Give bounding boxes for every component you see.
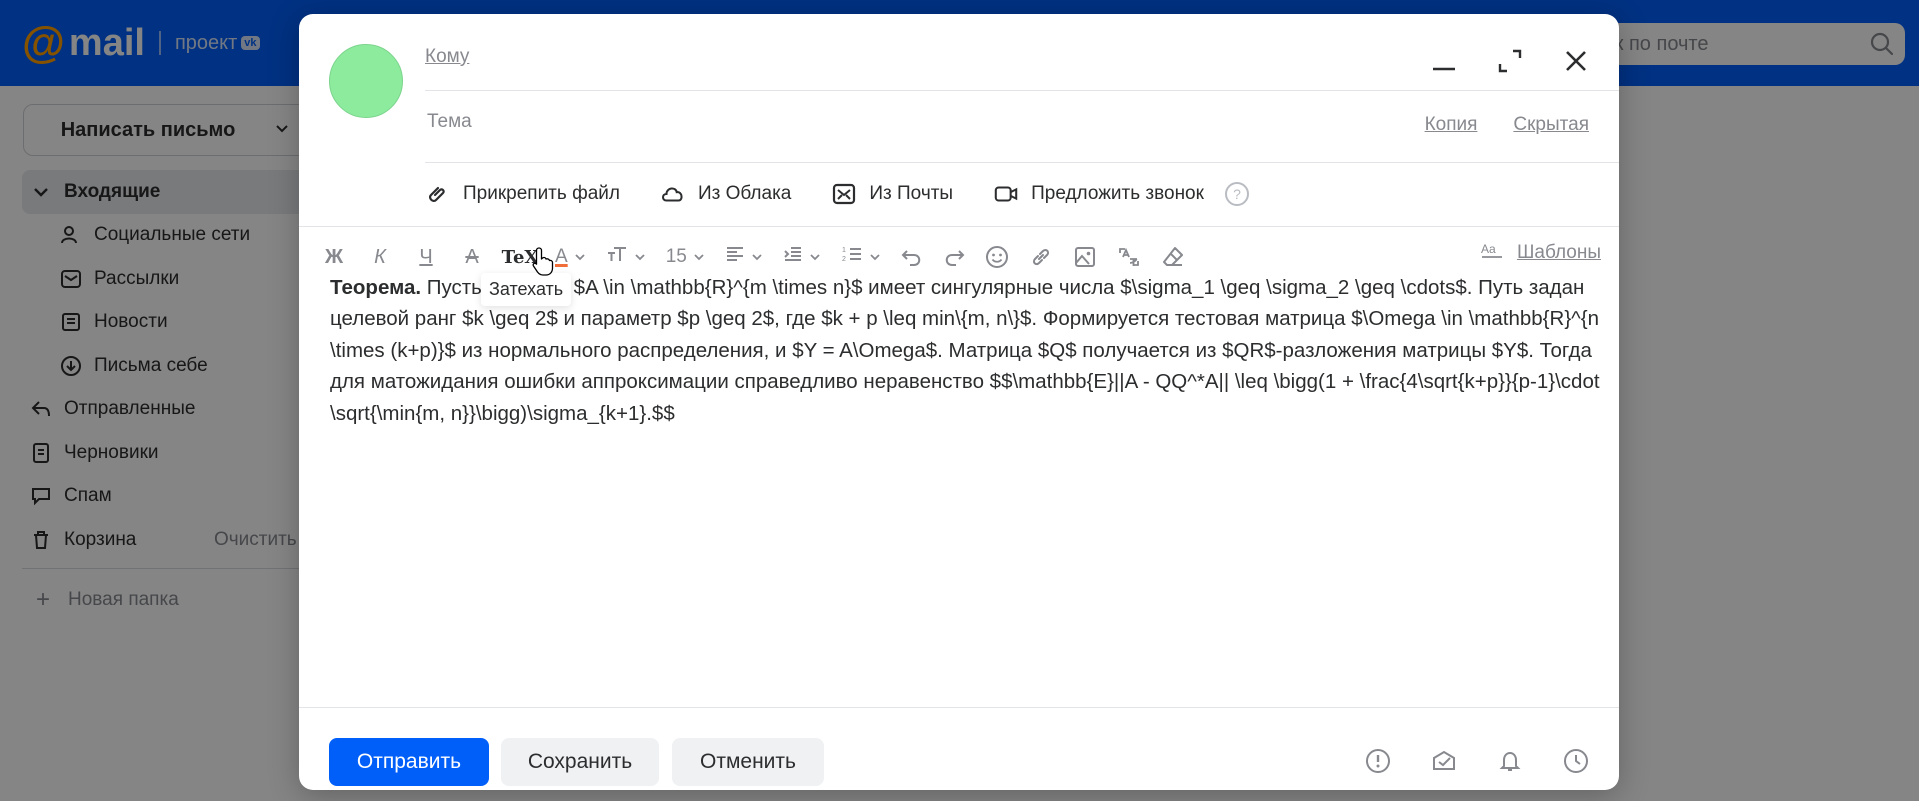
- bcc-link[interactable]: Скрытая: [1513, 114, 1589, 136]
- from-cloud-label: Из Облака: [697, 183, 792, 204]
- close-icon[interactable]: [1559, 44, 1593, 78]
- chevron-down-icon: [869, 251, 881, 263]
- expand-icon[interactable]: [1493, 44, 1527, 78]
- chevron-down-icon: [809, 251, 821, 263]
- from-mail-label: Из Почты: [869, 183, 954, 204]
- strikethrough-button[interactable]: A: [459, 240, 485, 274]
- subject-row: Копия Скрытая: [425, 90, 1619, 163]
- help-icon[interactable]: ?: [1224, 181, 1250, 207]
- text-color-button[interactable]: A: [555, 240, 586, 274]
- offer-call-label: Предложить звонок: [1031, 183, 1204, 204]
- toolbar-right: Aa Шаблоны: [1481, 240, 1601, 266]
- svg-text:?: ?: [1233, 186, 1241, 202]
- chevron-down-icon: [751, 251, 763, 263]
- offer-call-button[interactable]: Предложить звонок: [993, 181, 1204, 207]
- attachment-row: Прикрепить файл Из Облака Из Почты Предл…: [425, 162, 1250, 226]
- avatar: [329, 44, 403, 118]
- mouse-pointer-icon: [531, 246, 555, 283]
- footer-actions: [1365, 748, 1589, 774]
- compose-dialog: Кому Копия Скрытая Прикрепить файл Из Об…: [299, 14, 1619, 790]
- emoji-icon[interactable]: [985, 240, 1009, 274]
- indent-button[interactable]: [783, 240, 821, 274]
- attach-file-label: Прикрепить файл: [463, 183, 620, 204]
- recipient-row: Кому: [425, 30, 1619, 91]
- save-button[interactable]: Сохранить: [501, 738, 659, 786]
- text-color-label: A: [555, 246, 568, 267]
- chevron-down-icon: [693, 251, 705, 263]
- italic-button[interactable]: К: [367, 240, 393, 274]
- svg-text:2: 2: [842, 256, 846, 263]
- clear-format-icon[interactable]: [1161, 240, 1185, 274]
- cc-link[interactable]: Копия: [1425, 114, 1478, 136]
- from-mail-button[interactable]: Из Почты: [831, 181, 953, 207]
- font-family-icon: [606, 245, 628, 269]
- window-controls: [1427, 44, 1593, 78]
- to-field[interactable]: Кому: [425, 46, 469, 68]
- copy-links: Копия Скрытая: [1425, 114, 1589, 136]
- mail-envelope-icon: [831, 181, 857, 207]
- tex-tooltip: Затехать: [481, 273, 572, 306]
- subject-input[interactable]: [425, 110, 1209, 134]
- bold-button[interactable]: Ж: [321, 240, 347, 274]
- chevron-down-icon: [634, 251, 646, 263]
- theorem-label: Теорема.: [330, 276, 422, 299]
- svg-text:1: 1: [842, 247, 846, 254]
- image-icon[interactable]: [1073, 240, 1097, 274]
- font-size-value: 15: [665, 246, 687, 267]
- list-button[interactable]: 12: [841, 240, 881, 274]
- align-left-icon: [725, 245, 745, 269]
- from-cloud-button[interactable]: Из Облака: [660, 181, 791, 207]
- templates-link[interactable]: Шаблоны: [1517, 242, 1601, 264]
- underline-button[interactable]: Ч: [413, 240, 439, 274]
- cloud-icon: [660, 181, 686, 207]
- link-icon[interactable]: [1029, 240, 1053, 274]
- chevron-down-icon: [574, 251, 586, 263]
- indent-icon: [783, 245, 803, 269]
- svg-text:Aa: Aa: [1481, 242, 1496, 256]
- compose-footer: Отправить Сохранить Отменить: [299, 707, 1619, 790]
- redo-icon[interactable]: [943, 240, 965, 274]
- important-icon[interactable]: [1365, 748, 1391, 774]
- align-button[interactable]: [725, 240, 763, 274]
- cancel-button[interactable]: Отменить: [672, 738, 824, 786]
- video-call-icon: [993, 181, 1019, 207]
- font-size-select[interactable]: 15: [666, 240, 705, 274]
- bell-icon[interactable]: [1497, 748, 1523, 774]
- undo-icon[interactable]: [901, 240, 923, 274]
- clock-icon[interactable]: [1563, 748, 1589, 774]
- read-receipt-icon[interactable]: [1431, 748, 1457, 774]
- attach-file-button[interactable]: Прикрепить файл: [425, 181, 620, 207]
- signature-icon[interactable]: Aa: [1481, 240, 1503, 266]
- font-family-button[interactable]: [606, 240, 646, 274]
- translate-icon[interactable]: [1117, 240, 1141, 274]
- paperclip-icon: [425, 181, 451, 207]
- minimize-icon[interactable]: [1427, 44, 1461, 78]
- numbered-list-icon: 12: [841, 245, 863, 269]
- send-button[interactable]: Отправить: [329, 738, 489, 786]
